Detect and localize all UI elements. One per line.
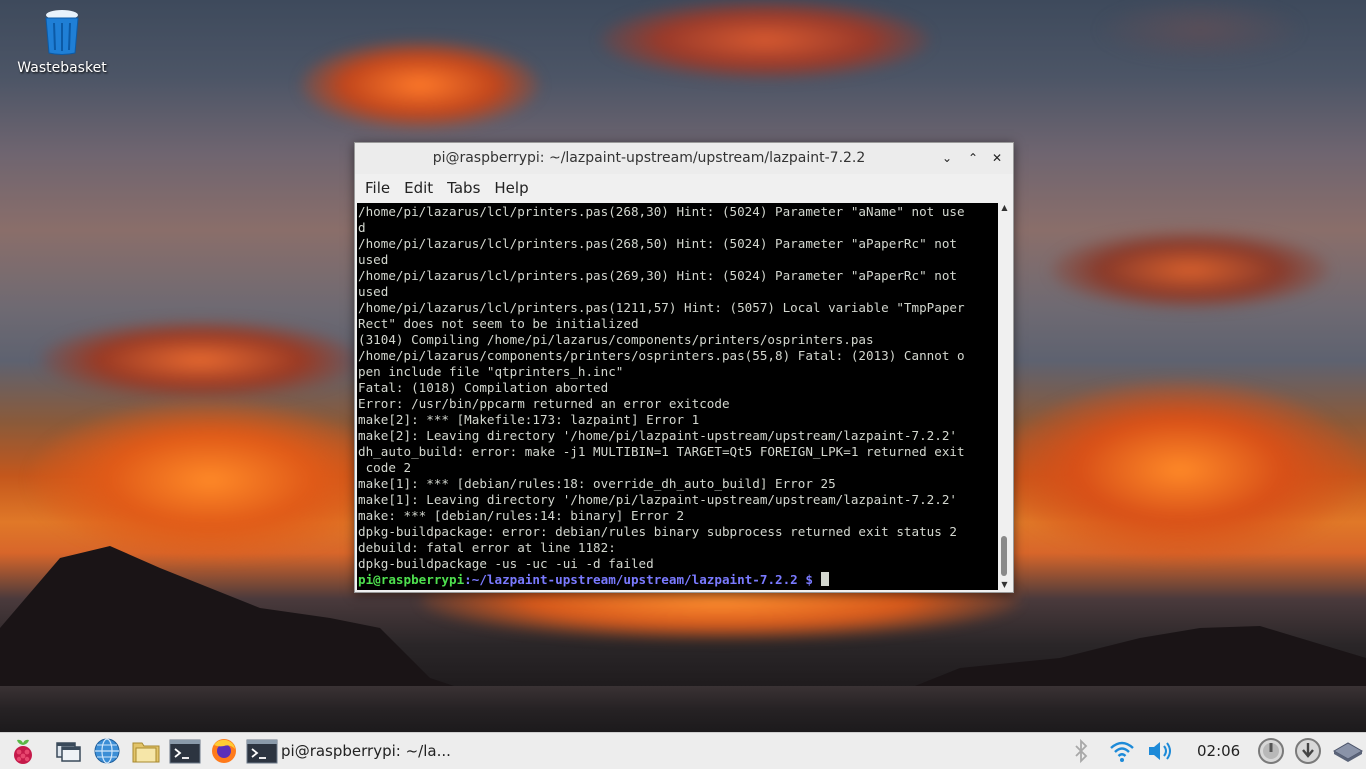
terminal-scrollbar[interactable]: ▲ ▼ — [998, 203, 1011, 590]
eject-icon[interactable] — [1294, 737, 1322, 765]
show-desktop-icon[interactable] — [54, 737, 82, 765]
raspberry-menu-icon[interactable] — [8, 737, 38, 765]
clock[interactable]: 02:06 — [1197, 733, 1240, 769]
prompt-user: pi@raspberrypi — [358, 572, 465, 587]
bluetooth-icon[interactable] — [1070, 737, 1092, 765]
terminal-line: /home/pi/lazarus/lcl/printers.pas(268,30… — [358, 204, 965, 219]
cloud — [300, 40, 540, 130]
terminal-line: make[2]: Leaving directory '/home/pi/laz… — [358, 428, 957, 443]
taskbar: pi@raspberrypi: ~/la... 02:06 — [0, 732, 1366, 769]
terminal-text: /home/pi/lazarus/lcl/printers.pas(268,30… — [357, 203, 998, 588]
terminal-cursor — [820, 572, 829, 586]
terminal-line: Fatal: (1018) Compilation aborted — [358, 380, 609, 395]
terminal-window[interactable]: pi@raspberrypi: ~/lazpaint-upstream/upst… — [354, 142, 1014, 593]
cpu-monitor-icon[interactable] — [1257, 737, 1285, 765]
trash-can-icon — [42, 8, 82, 56]
desktop-icon-label: Wastebasket — [17, 60, 107, 76]
minimize-button[interactable]: ⌄ — [939, 150, 955, 166]
terminal-output[interactable]: /home/pi/lazarus/lcl/printers.pas(268,30… — [357, 203, 998, 590]
lake — [0, 686, 1366, 732]
cloud — [1100, 0, 1300, 60]
terminal-line: make[2]: *** [Makefile:173: lazpaint] Er… — [358, 412, 700, 427]
menu-bar: File Edit Tabs Help — [355, 174, 1013, 202]
terminal-line: debuild: fatal error at line 1182: — [358, 540, 616, 555]
task-terminal-icon[interactable] — [246, 737, 278, 765]
close-button[interactable]: ✕ — [989, 150, 1005, 166]
terminal-line: Error: /usr/bin/ppcarm returned an error… — [358, 396, 730, 411]
window-titlebar[interactable]: pi@raspberrypi: ~/lazpaint-upstream/upst… — [355, 143, 1013, 174]
task-button-terminal[interactable]: pi@raspberrypi: ~/la... — [281, 733, 451, 769]
cloud — [1050, 230, 1330, 310]
terminal-line: used — [358, 284, 389, 299]
volume-icon[interactable] — [1146, 737, 1176, 765]
terminal-line: Rect" does not seem to be initialized — [358, 316, 639, 331]
terminal-line: /home/pi/lazarus/components/printers/osp… — [358, 348, 965, 363]
storage-icon[interactable] — [1332, 737, 1364, 765]
desktop-icon-wastebasket[interactable]: Wastebasket — [12, 8, 112, 76]
menu-file[interactable]: File — [358, 179, 397, 197]
scroll-up-icon[interactable]: ▲ — [998, 203, 1011, 213]
terminal-line: /home/pi/lazarus/lcl/printers.pas(1211,5… — [358, 300, 965, 315]
scrollbar-thumb[interactable] — [1001, 536, 1007, 576]
scroll-down-icon[interactable]: ▼ — [998, 580, 1011, 590]
prompt-path: :~/lazpaint-upstream/upstream/lazpaint-7… — [464, 572, 798, 587]
terminal-line: code 2 — [365, 460, 412, 475]
terminal-line: dpkg-buildpackage: error: debian/rules b… — [358, 524, 957, 539]
terminal-line: make[1]: Leaving directory '/home/pi/laz… — [358, 492, 957, 507]
terminal-line: /home/pi/lazarus/lcl/printers.pas(269,30… — [358, 268, 957, 283]
firefox-icon[interactable] — [208, 737, 240, 765]
prompt-symbol: $ — [797, 572, 821, 587]
terminal-line: pen include file "qtprinters_h.inc" — [358, 364, 624, 379]
menu-edit[interactable]: Edit — [397, 179, 440, 197]
terminal-line: /home/pi/lazarus/lcl/printers.pas(268,50… — [358, 236, 957, 251]
terminal-line: used — [358, 252, 389, 267]
maximize-button[interactable]: ⌃ — [965, 150, 981, 166]
cloud — [40, 320, 360, 400]
terminal-line: d — [358, 220, 366, 235]
file-manager-icon[interactable] — [130, 737, 162, 765]
terminal-line: make[1]: *** [debian/rules:18: override_… — [358, 476, 836, 491]
terminal-icon[interactable] — [169, 737, 201, 765]
terminal-line: make: *** [debian/rules:14: binary] Erro… — [358, 508, 685, 523]
wifi-icon[interactable] — [1108, 737, 1136, 765]
window-title: pi@raspberrypi: ~/lazpaint-upstream/upst… — [432, 150, 866, 166]
menu-tabs[interactable]: Tabs — [440, 179, 487, 197]
terminal-line: dpkg-buildpackage -us -uc -ui -d failed — [358, 556, 654, 571]
terminal-line: dh_auto_build: error: make -j1 MULTIBIN=… — [358, 444, 965, 459]
terminal-line: (3104) Compiling /home/pi/lazarus/compon… — [358, 332, 874, 347]
menu-help[interactable]: Help — [487, 179, 535, 197]
web-browser-icon[interactable] — [92, 737, 122, 765]
cloud — [600, 0, 930, 80]
